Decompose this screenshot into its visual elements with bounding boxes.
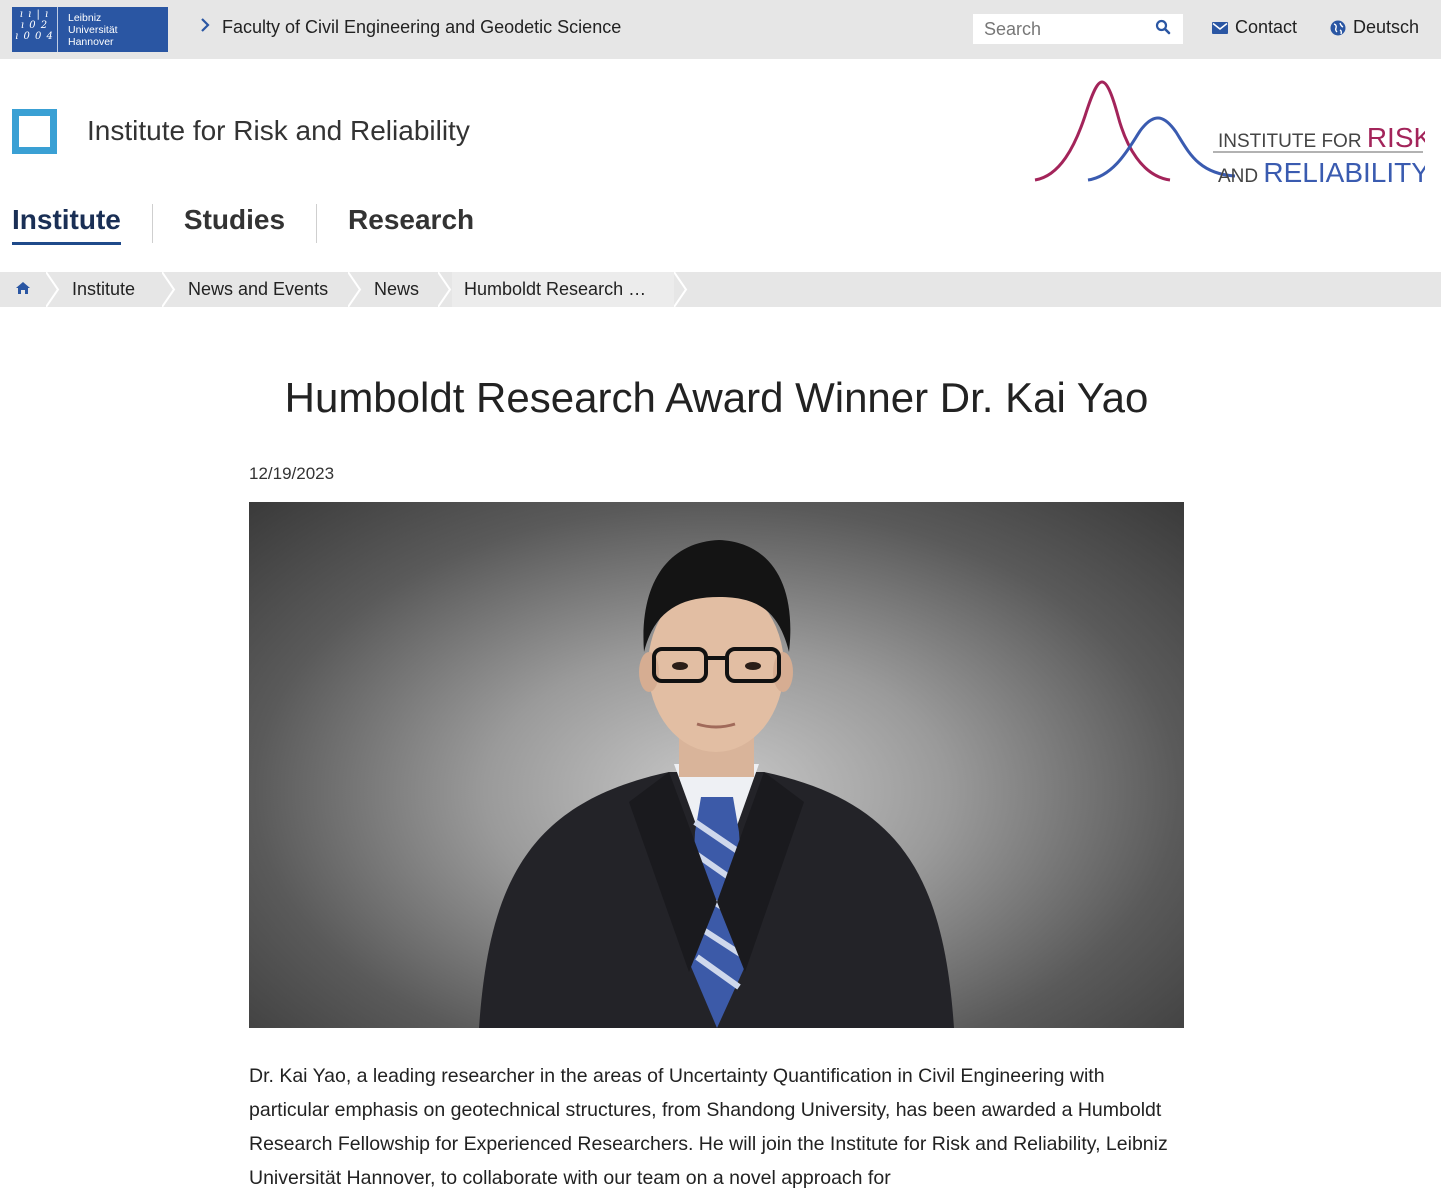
nav-item-research[interactable]: Research bbox=[348, 200, 474, 245]
logo-text-risk: RISK bbox=[1367, 122, 1425, 153]
logo-text-and: AND bbox=[1218, 166, 1263, 187]
svg-text:INSTITUTE FOR RISK: INSTITUTE FOR RISK bbox=[1218, 122, 1425, 153]
logo-text-line: Universität bbox=[68, 23, 118, 36]
faculty-link-label: Faculty of Civil Engineering and Geodeti… bbox=[222, 17, 622, 37]
svg-text:AND RELIABILITY: AND RELIABILITY bbox=[1218, 157, 1425, 188]
logo-glyph-line: ı 0 0 4 bbox=[15, 31, 54, 42]
faculty-link[interactable]: Faculty of Civil Engineering and Geodeti… bbox=[200, 17, 621, 38]
nav-divider bbox=[316, 204, 318, 243]
contact-label: Contact bbox=[1235, 17, 1298, 37]
breadcrumb-separator bbox=[674, 272, 688, 307]
breadcrumb-item-news[interactable]: News bbox=[362, 272, 438, 307]
search-box bbox=[973, 14, 1183, 44]
chevron-right-icon bbox=[200, 17, 210, 38]
logo-text-line: Hannover bbox=[68, 35, 114, 48]
breadcrumb-item-news-and-events[interactable]: News and Events bbox=[176, 272, 348, 307]
breadcrumb-separator bbox=[46, 272, 60, 307]
breadcrumb-item-institute[interactable]: Institute bbox=[60, 272, 162, 307]
globe-icon bbox=[1330, 20, 1346, 36]
breadcrumb-separator bbox=[162, 272, 176, 307]
university-logo-glyph: ı ı | ı ı 0 2 ı 0 0 4 bbox=[12, 7, 58, 52]
institute-title[interactable]: Institute for Risk and Reliability bbox=[87, 115, 470, 147]
breadcrumb-separator bbox=[438, 272, 452, 307]
breadcrumb: Institute News and Events News Humboldt … bbox=[0, 272, 1441, 307]
logo-text-reliability: RELIABILITY bbox=[1263, 157, 1425, 188]
language-label: Deutsch bbox=[1353, 17, 1420, 37]
mail-icon bbox=[1212, 21, 1228, 34]
search-button[interactable] bbox=[1148, 14, 1178, 44]
nav-divider bbox=[151, 204, 153, 243]
contact-link[interactable]: Contact bbox=[1212, 17, 1297, 38]
logo-text-line: Leibniz bbox=[68, 11, 102, 24]
breadcrumb-home[interactable] bbox=[0, 272, 46, 307]
language-switch[interactable]: Deutsch bbox=[1330, 17, 1419, 38]
home-icon bbox=[15, 279, 31, 300]
institute-logo[interactable]: INSTITUTE FOR RISK AND RELIABILITY bbox=[1030, 76, 1433, 188]
university-logo[interactable]: ı ı | ı ı 0 2 ı 0 0 4 Leibniz Universitä… bbox=[12, 7, 168, 52]
top-bar: ı ı | ı ı 0 2 ı 0 0 4 Leibniz Universitä… bbox=[0, 0, 1441, 59]
breadcrumb-separator bbox=[348, 272, 362, 307]
portrait-photo bbox=[249, 502, 1184, 1028]
article-date: 12/19/2023 bbox=[249, 464, 335, 483]
nav-item-studies[interactable]: Studies bbox=[184, 200, 285, 245]
main-navigation: Institute Studies Research bbox=[12, 200, 474, 245]
logo-glyph-line: ı 0 2 bbox=[20, 20, 49, 31]
logo-text-institute-for: INSTITUTE FOR bbox=[1218, 131, 1367, 152]
search-icon bbox=[1155, 19, 1171, 40]
nav-item-institute[interactable]: Institute bbox=[12, 200, 121, 245]
article-title: Humboldt Research Award Winner Dr. Kai Y… bbox=[284, 374, 1149, 421]
search-input[interactable] bbox=[973, 14, 1148, 44]
institute-square-icon bbox=[12, 109, 57, 154]
university-logo-text: Leibniz Universität Hannover bbox=[58, 12, 118, 48]
logo-glyph-line: ı ı | ı bbox=[19, 9, 50, 20]
breadcrumb-item-current: Humboldt Research … bbox=[452, 272, 674, 307]
article-body: Dr. Kai Yao, a leading researcher in the… bbox=[249, 1065, 1168, 1189]
